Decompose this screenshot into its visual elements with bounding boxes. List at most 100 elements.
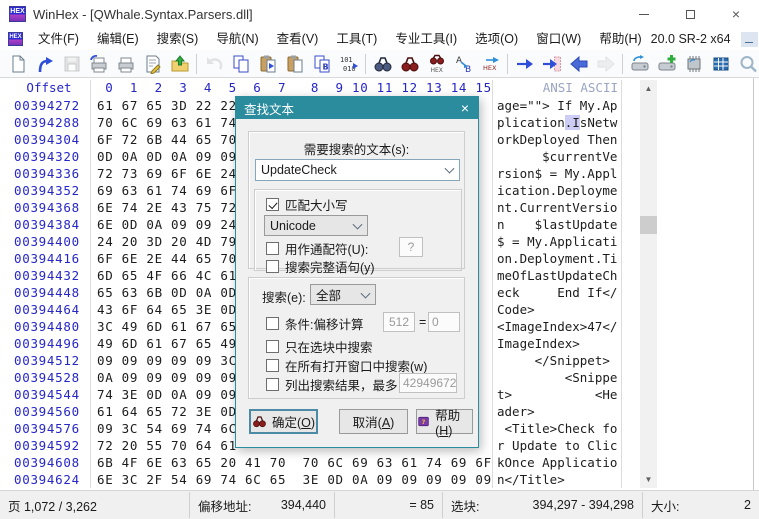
- ascii-text[interactable]: <Snippe: [497, 369, 617, 386]
- help-button[interactable]: 帮助(H): [416, 409, 473, 434]
- find-text-button[interactable]: [369, 52, 396, 76]
- document-system-icon[interactable]: HEX: [8, 32, 23, 46]
- hex-bytes[interactable]: 6F 6E 2E 44 65 70: [97, 250, 237, 267]
- chevron-down-icon[interactable]: [353, 219, 363, 229]
- calculator-button[interactable]: [707, 52, 734, 76]
- binary-convert-button[interactable]: [335, 52, 362, 76]
- menu-item[interactable]: 帮助(H): [590, 28, 650, 50]
- ascii-text[interactable]: age=""> If My.Ap: [497, 97, 617, 114]
- hex-bytes[interactable]: 6F 72 6B 44 65 70: [97, 131, 237, 148]
- hex-bytes[interactable]: 74 3E 0D 0A 09 09: [97, 386, 237, 403]
- goto-offset-button[interactable]: [511, 52, 538, 76]
- chevron-down-icon[interactable]: [445, 164, 455, 174]
- scope-dropdown[interactable]: 全部: [310, 284, 376, 305]
- scrollbar-thumb[interactable]: [640, 216, 657, 234]
- encoding-dropdown[interactable]: Unicode: [264, 215, 368, 236]
- print-preview-button[interactable]: [85, 52, 112, 76]
- dialog-close-icon[interactable]: ×: [452, 97, 478, 119]
- open-button[interactable]: [31, 52, 58, 76]
- match-case-checkbox[interactable]: [266, 198, 279, 211]
- hex-bytes[interactable]: 6E 0D 0A 09 09 24: [97, 216, 237, 233]
- hex-bytes[interactable]: 0D 0A 0D 0A 09 09: [97, 148, 237, 165]
- condition-checkbox[interactable]: [266, 317, 279, 330]
- chevron-down-icon[interactable]: [361, 288, 371, 298]
- hex-bytes[interactable]: 69 63 61 74 69 6F: [97, 182, 237, 199]
- ascii-text[interactable]: rsion$ = My.Appl: [497, 165, 617, 182]
- find-hex-button[interactable]: [423, 52, 450, 76]
- ascii-text[interactable]: ader>: [497, 403, 535, 420]
- all-windows-checkbox[interactable]: [266, 359, 279, 372]
- mdi-minimize-button[interactable]: [741, 32, 758, 47]
- ascii-text[interactable]: $currentVe: [497, 148, 617, 165]
- properties-button[interactable]: [139, 52, 166, 76]
- menu-item[interactable]: 选项(O): [466, 28, 527, 50]
- hex-bytes[interactable]: 6B 4F 6E 63 65 20 41 70 70 6C 69 63 61 7…: [97, 454, 492, 471]
- ascii-text[interactable]: ImageIndex>: [497, 335, 580, 352]
- menu-item[interactable]: 窗口(W): [527, 28, 590, 50]
- menu-item[interactable]: 文件(F): [29, 28, 88, 50]
- ascii-text[interactable]: eck End If</: [497, 284, 617, 301]
- menu-item[interactable]: 查看(V): [268, 28, 328, 50]
- copy-button[interactable]: [227, 52, 254, 76]
- print-button[interactable]: [112, 52, 139, 76]
- ascii-text[interactable]: plication.IsNetw: [497, 114, 617, 131]
- close-button[interactable]: ×: [713, 0, 759, 28]
- cancel-button[interactable]: 取消(A): [339, 409, 408, 434]
- replace-hex-button[interactable]: [477, 52, 504, 76]
- list-results-checkbox[interactable]: [266, 378, 279, 391]
- minimize-button[interactable]: [621, 0, 667, 28]
- open-ram-button[interactable]: [680, 52, 707, 76]
- dialog-title-bar[interactable]: 查找文本 ×: [236, 97, 478, 119]
- hex-bytes[interactable]: 24 20 3D 20 4D 79: [97, 233, 237, 250]
- hex-bytes[interactable]: 6E 74 2E 43 75 72: [97, 199, 237, 216]
- hex-bytes[interactable]: 0A 09 09 09 09 09: [97, 369, 237, 386]
- hex-bytes[interactable]: 70 6C 69 63 61 74: [97, 114, 237, 131]
- ascii-text[interactable]: on.Deployment.Ti: [497, 250, 617, 267]
- ascii-text[interactable]: kOnce Applicatio: [497, 454, 617, 471]
- save-button[interactable]: [58, 52, 85, 76]
- replace-text-button[interactable]: [450, 52, 477, 76]
- wildcard-char-field[interactable]: ?: [399, 237, 423, 257]
- ok-button[interactable]: 确定(O): [249, 409, 318, 434]
- in-block-checkbox[interactable]: [266, 340, 279, 353]
- scroll-down-arrow-icon[interactable]: ▼: [640, 471, 657, 488]
- hex-bytes[interactable]: 61 67 65 3D 22 22: [97, 97, 237, 114]
- menu-item[interactable]: 专业工具(I): [386, 28, 466, 50]
- hex-bytes[interactable]: 61 64 65 72 3E 0D: [97, 403, 237, 420]
- goto-end-button[interactable]: [538, 52, 565, 76]
- ascii-text[interactable]: n $lastUpdate: [497, 216, 617, 233]
- hex-bytes[interactable]: 43 6F 64 65 3E 0D: [97, 301, 237, 318]
- undo-button[interactable]: [200, 52, 227, 76]
- vertical-scrollbar[interactable]: ▲ ▼: [640, 80, 657, 488]
- ascii-text[interactable]: Code>: [497, 301, 535, 318]
- ascii-text[interactable]: meOfLastUpdateCh: [497, 267, 617, 284]
- ascii-text[interactable]: n</Title>: [497, 471, 565, 488]
- open-disk-button[interactable]: [626, 52, 653, 76]
- hex-bytes[interactable]: 72 20 55 70 64 61: [97, 437, 237, 454]
- hex-bytes[interactable]: 09 3C 54 69 74 6C: [97, 420, 237, 437]
- ascii-text[interactable]: t> <He: [497, 386, 617, 403]
- hex-bytes[interactable]: 72 73 69 6F 6E 24: [97, 165, 237, 182]
- hex-bytes[interactable]: 6E 3C 2F 54 69 74 6C 65 3E 0D 0A 09 09 0…: [97, 471, 492, 488]
- max-results-field[interactable]: 42949672: [399, 373, 457, 393]
- forward-button[interactable]: [592, 52, 619, 76]
- ascii-text[interactable]: nt.CurrentVersio: [497, 199, 617, 216]
- ascii-text[interactable]: <Title>Check fo: [497, 420, 617, 437]
- menu-item[interactable]: 搜索(S): [148, 28, 208, 50]
- clone-disk-button[interactable]: [653, 52, 680, 76]
- search-text-combobox[interactable]: UpdateCheck: [255, 159, 460, 181]
- magnifier-button[interactable]: [734, 52, 759, 76]
- hex-bytes[interactable]: 3C 49 6D 61 67 65: [97, 318, 237, 335]
- ascii-text[interactable]: </Snippet>: [497, 352, 610, 369]
- menu-item[interactable]: 工具(T): [327, 28, 386, 50]
- condition-divisor-field[interactable]: 512: [383, 312, 415, 332]
- menu-item[interactable]: 导航(N): [207, 28, 267, 50]
- back-button[interactable]: [565, 52, 592, 76]
- hex-bytes[interactable]: 09 09 09 09 09 3C: [97, 352, 237, 369]
- paste-button[interactable]: [281, 52, 308, 76]
- hex-bytes[interactable]: 6D 65 4F 66 4C 61: [97, 267, 237, 284]
- scroll-up-arrow-icon[interactable]: ▲: [640, 80, 657, 97]
- menu-item[interactable]: 编辑(E): [88, 28, 148, 50]
- folder-up-button[interactable]: [166, 52, 193, 76]
- wildcard-checkbox[interactable]: [266, 242, 279, 255]
